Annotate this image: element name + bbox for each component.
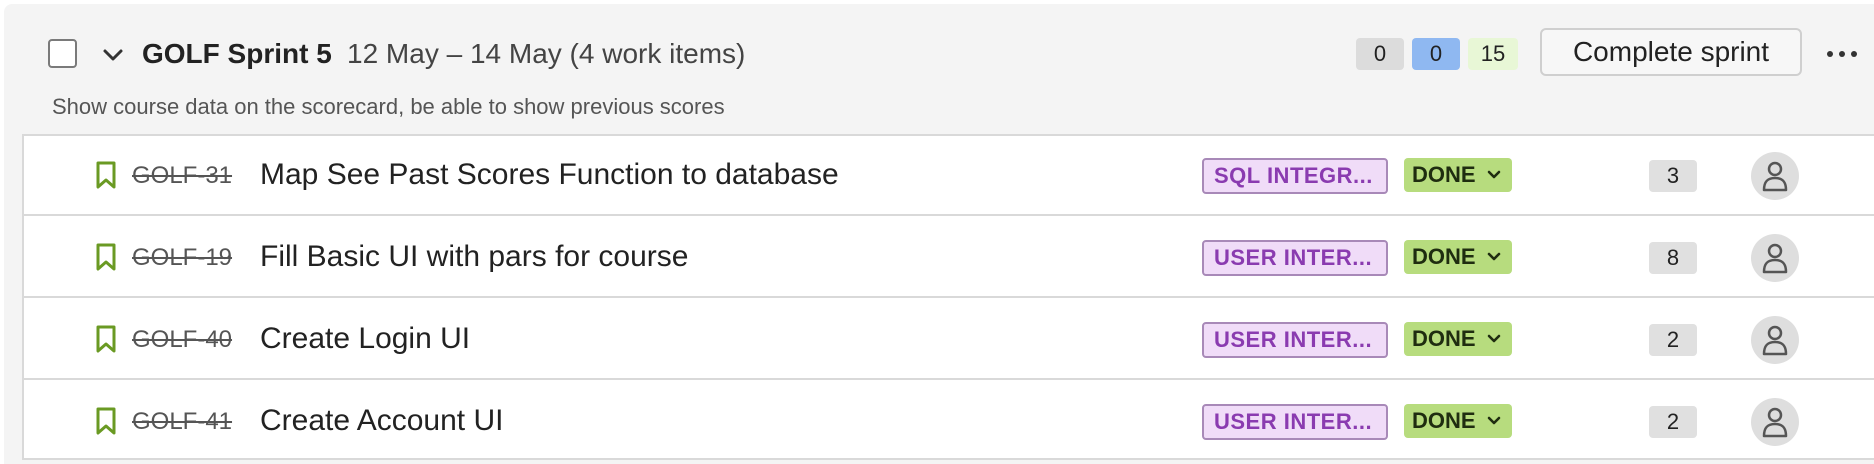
chevron-down-icon <box>1487 334 1501 343</box>
epic-badge[interactable]: SQL INTEGR... <box>1202 158 1388 194</box>
status-label: DONE <box>1412 162 1476 187</box>
chevron-down-icon[interactable] <box>100 42 126 68</box>
assignee-avatar[interactable] <box>1751 234 1799 282</box>
user-avatar-icon <box>1762 325 1788 356</box>
chevron-down-icon <box>1487 252 1501 261</box>
issue-row[interactable]: GOLF-19 Fill Basic UI with pars for cour… <box>24 218 1874 298</box>
issue-key[interactable]: GOLF-40 <box>132 326 232 354</box>
issue-row[interactable]: GOLF-41 Create Account UI USER INTER... … <box>24 382 1874 462</box>
assignee-avatar[interactable] <box>1751 152 1799 200</box>
bookmark-icon <box>96 325 116 353</box>
todo-count-badge: 0 <box>1356 38 1404 70</box>
story-points-badge[interactable]: 2 <box>1649 406 1697 438</box>
issue-key[interactable]: GOLF-41 <box>132 408 232 436</box>
assignee-avatar[interactable] <box>1751 398 1799 446</box>
sprint-goal: Show course data on the scorecard, be ab… <box>52 94 725 119</box>
done-count-badge: 15 <box>1468 38 1518 70</box>
status-label: DONE <box>1412 244 1476 269</box>
story-points-badge[interactable]: 8 <box>1649 242 1697 274</box>
user-avatar-icon <box>1762 243 1788 274</box>
issue-key[interactable]: GOLF-31 <box>132 162 232 190</box>
status-label: DONE <box>1412 326 1476 351</box>
user-avatar-icon <box>1762 161 1788 192</box>
issue-summary[interactable]: Map See Past Scores Function to database <box>260 158 839 192</box>
issue-summary[interactable]: Fill Basic UI with pars for course <box>260 240 688 274</box>
bookmark-icon <box>96 243 116 271</box>
complete-sprint-button[interactable]: Complete sprint <box>1540 28 1802 76</box>
issue-key[interactable]: GOLF-19 <box>132 244 232 272</box>
epic-badge[interactable]: USER INTER... <box>1202 240 1388 276</box>
sprint-title: GOLF Sprint 5 <box>142 38 332 69</box>
user-avatar-icon <box>1762 407 1788 438</box>
issue-summary[interactable]: Create Login UI <box>260 322 470 356</box>
bookmark-icon <box>96 407 116 435</box>
in-progress-count-badge: 0 <box>1412 38 1460 70</box>
status-dropdown[interactable]: DONE <box>1404 322 1512 356</box>
more-horizontal-icon[interactable] <box>1824 44 1864 64</box>
status-label: DONE <box>1412 408 1476 433</box>
issue-row[interactable]: GOLF-40 Create Login UI USER INTER... DO… <box>24 300 1874 380</box>
sprint-header: GOLF Sprint 5 12 May – 14 May (4 work it… <box>4 4 1874 119</box>
issue-list: GOLF-31 Map See Past Scores Function to … <box>22 134 1874 460</box>
chevron-down-icon <box>1487 416 1501 425</box>
sprint-dates: 12 May – 14 May (4 work items) <box>347 38 746 69</box>
story-points-badge[interactable]: 2 <box>1649 324 1697 356</box>
epic-badge[interactable]: USER INTER... <box>1202 322 1388 358</box>
bookmark-icon <box>96 161 116 189</box>
sprint-container: GOLF Sprint 5 12 May – 14 May (4 work it… <box>4 4 1874 464</box>
chevron-down-icon <box>1487 170 1501 179</box>
issue-summary[interactable]: Create Account UI <box>260 404 503 438</box>
issue-row[interactable]: GOLF-31 Map See Past Scores Function to … <box>24 136 1874 216</box>
sprint-select-checkbox[interactable] <box>48 39 77 68</box>
epic-badge[interactable]: USER INTER... <box>1202 404 1388 440</box>
assignee-avatar[interactable] <box>1751 316 1799 364</box>
story-points-badge[interactable]: 3 <box>1649 160 1697 192</box>
status-dropdown[interactable]: DONE <box>1404 240 1512 274</box>
status-dropdown[interactable]: DONE <box>1404 404 1512 438</box>
status-dropdown[interactable]: DONE <box>1404 158 1512 192</box>
